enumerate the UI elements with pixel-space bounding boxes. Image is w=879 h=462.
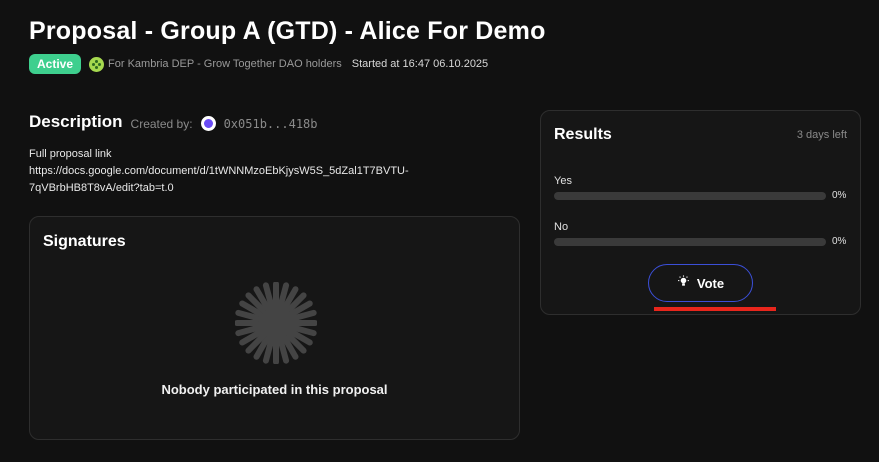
page-title: Proposal - Group A (GTD) - Alice For Dem… bbox=[29, 17, 546, 45]
option-percent: 0% bbox=[832, 190, 847, 201]
start-time: Started at 16:47 06.10.2025 bbox=[351, 58, 489, 70]
description-heading: Description bbox=[29, 112, 123, 131]
results-card: Results 3 days left Yes 0% No 0% Vote bbox=[540, 110, 861, 315]
progress-bar bbox=[554, 237, 826, 246]
dao-label: For Kambria DEP - Grow Together DAO hold… bbox=[108, 58, 342, 70]
loading-spinner-icon bbox=[235, 282, 317, 364]
lightbulb-icon bbox=[677, 275, 690, 291]
results-heading: Results bbox=[554, 126, 612, 143]
author-address[interactable]: 0x051b...418b bbox=[224, 117, 318, 131]
description-header: Description Created by: 0x051b...418b bbox=[29, 112, 318, 132]
progress-bar bbox=[554, 191, 826, 200]
option-label: No bbox=[554, 221, 569, 233]
status-badge: Active bbox=[29, 54, 82, 74]
signatures-empty-message: Nobody participated in this proposal bbox=[161, 382, 388, 397]
vote-button[interactable]: Vote bbox=[648, 264, 753, 302]
author-avatar-icon bbox=[200, 115, 216, 131]
result-option-no: No 0% bbox=[554, 221, 849, 247]
dao-logo-icon bbox=[89, 56, 105, 72]
spinner-core bbox=[260, 307, 292, 339]
dao-link[interactable]: For Kambria DEP - Grow Together DAO hold… bbox=[89, 56, 342, 72]
vote-label: Vote bbox=[696, 275, 725, 291]
option-percent: 0% bbox=[832, 236, 847, 247]
description-body: Full proposal link https://docs.google.c… bbox=[29, 146, 469, 197]
description-text: Full proposal link bbox=[29, 148, 112, 160]
option-label: Yes bbox=[554, 175, 572, 187]
proposal-meta: Active For Kambria DEP - Grow Together D… bbox=[29, 54, 488, 74]
result-option-yes: Yes 0% bbox=[554, 175, 849, 201]
created-by-label: Created by: bbox=[130, 116, 193, 131]
signatures-heading: Signatures bbox=[43, 233, 126, 250]
signatures-card: Signatures Nobody participated in this p… bbox=[29, 216, 520, 440]
vote-highlight-underline bbox=[654, 307, 776, 311]
time-left: 3 days left bbox=[796, 129, 847, 141]
proposal-page: Proposal - Group A (GTD) - Alice For Dem… bbox=[0, 0, 879, 462]
proposal-link[interactable]: https://docs.google.com/document/d/1tWNN… bbox=[29, 163, 469, 197]
